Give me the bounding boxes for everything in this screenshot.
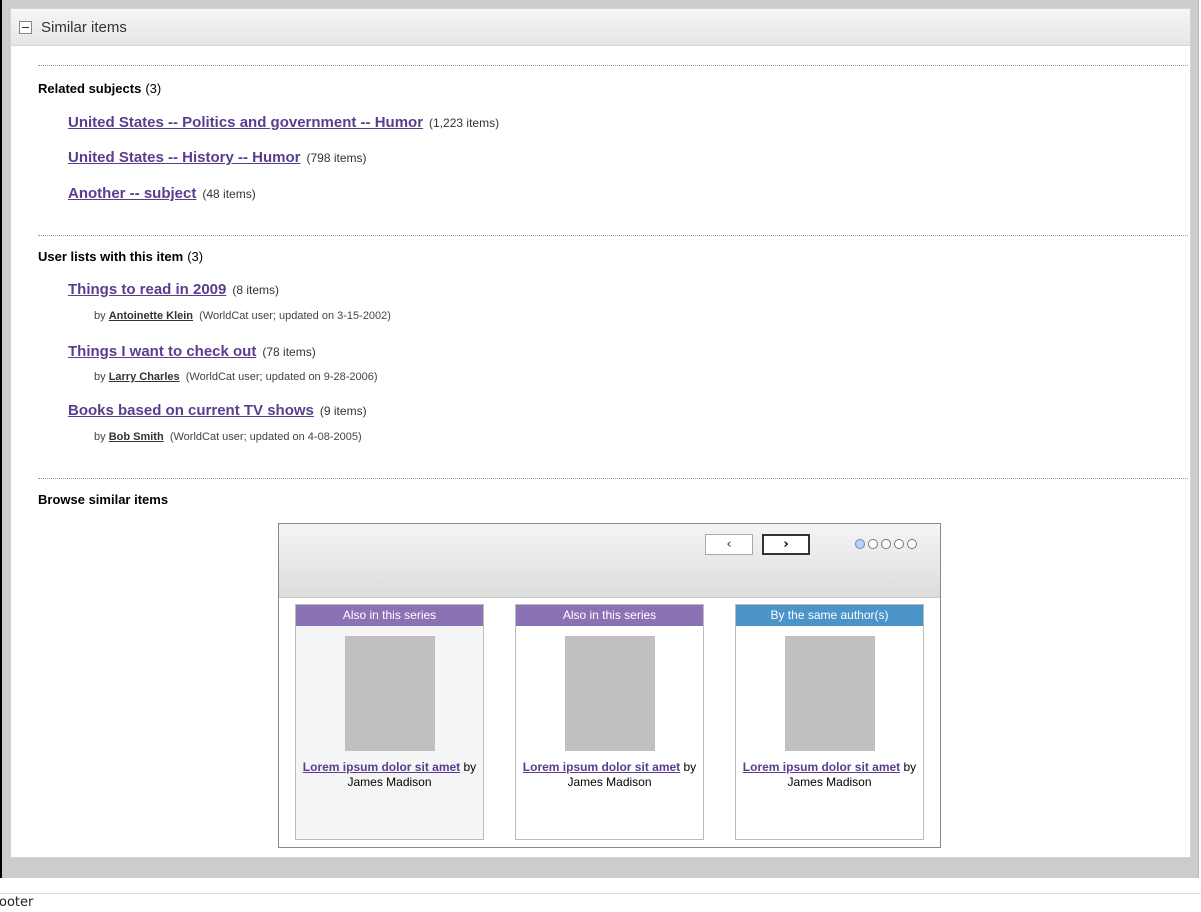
card-caption: Lorem ipsum dolor sit amet by James Madi… — [296, 760, 483, 790]
browse-heading: Browse similar items — [38, 492, 169, 507]
divider — [38, 478, 1188, 479]
user-lists-label: User lists with this item — [38, 249, 184, 264]
similar-items-panel: Similar items Related subjects (3) United… — [10, 8, 1191, 858]
cover-image[interactable] — [784, 636, 875, 751]
divider — [38, 235, 1188, 236]
user-link[interactable]: Larry Charles — [109, 371, 180, 383]
card-title-link[interactable]: Lorem ipsum dolor sit amet — [303, 760, 460, 774]
previous-button[interactable]: ‹ — [705, 534, 753, 555]
subject-item: United States -- Politics and government… — [68, 114, 499, 132]
carousel-pager — [855, 539, 917, 549]
carousel-header: ‹ › — [279, 524, 940, 598]
pager-dot[interactable] — [868, 539, 878, 549]
subject-link[interactable]: United States -- Politics and government… — [68, 114, 423, 131]
by-label: by — [94, 431, 106, 443]
page-frame: Similar items Related subjects (3) United… — [0, 0, 1199, 878]
subject-count: (798 items) — [306, 151, 367, 165]
card-caption: Lorem ipsum dolor sit amet by James Madi… — [516, 760, 703, 790]
user-list-count: (8 items) — [232, 283, 280, 297]
user-list-detail: (WorldCat user; updated on 9-28-2006) — [185, 371, 378, 383]
user-list-item: Books based on current TV shows (9 items) — [68, 402, 367, 420]
carousel-card: By the same author(s) Lorem ipsum dolor … — [735, 604, 924, 840]
user-link[interactable]: Bob Smith — [109, 431, 164, 443]
carousel-card: Also in this series Lorem ipsum dolor si… — [295, 604, 484, 840]
user-list-byline: by Bob Smith (WorldCat user; updated on … — [94, 431, 362, 443]
subject-item: Another -- subject (48 items) — [68, 185, 256, 203]
subject-link[interactable]: Another -- subject — [68, 185, 196, 202]
subject-link[interactable]: United States -- History -- Humor — [68, 149, 301, 166]
collapse-icon[interactable] — [19, 20, 32, 34]
subject-item: United States -- History -- Humor (798 it… — [68, 149, 367, 167]
by-label: by — [94, 371, 106, 383]
subject-count: (48 items) — [202, 187, 256, 201]
related-subjects-count: (3) — [145, 81, 162, 96]
divider — [38, 65, 1188, 66]
related-subjects-heading: Related subjects (3) — [38, 81, 161, 96]
user-list-byline: by Larry Charles (WorldCat user; updated… — [94, 371, 378, 383]
user-list-link[interactable]: Books based on current TV shows — [68, 402, 314, 419]
user-list-item: Things to read in 2009 (8 items) — [68, 281, 279, 299]
panel-header[interactable]: Similar items — [11, 9, 1190, 46]
by-label: by — [94, 310, 106, 322]
user-list-count: (9 items) — [319, 404, 367, 418]
card-tag: Also in this series — [516, 605, 703, 626]
footer: Footer — [0, 895, 34, 910]
user-lists-count: (3) — [187, 249, 204, 264]
pager-dot[interactable] — [881, 539, 891, 549]
user-link[interactable]: Antoinette Klein — [109, 310, 193, 322]
user-list-item: Things I want to check out (78 items) — [68, 343, 316, 361]
cover-image[interactable] — [564, 636, 655, 751]
card-tag: Also in this series — [296, 605, 483, 626]
panel-title: Similar items — [41, 18, 127, 36]
browse-carousel: ‹ › Also in this series Lorem ipsum dolo… — [278, 523, 941, 848]
chevron-left-icon: ‹ — [726, 537, 732, 552]
related-subjects-label: Related subjects — [38, 81, 142, 96]
pager-dot[interactable] — [894, 539, 904, 549]
next-button[interactable]: › — [762, 534, 810, 555]
user-list-byline: by Antoinette Klein (WorldCat user; upda… — [94, 310, 391, 322]
card-tag: By the same author(s) — [736, 605, 923, 626]
card-title-link[interactable]: Lorem ipsum dolor sit amet — [743, 760, 900, 774]
footer-divider — [0, 893, 1201, 894]
card-caption: Lorem ipsum dolor sit amet by James Madi… — [736, 760, 923, 790]
subject-count: (1,223 items) — [429, 116, 500, 130]
user-list-count: (78 items) — [262, 345, 316, 359]
pager-dot[interactable] — [855, 539, 865, 549]
carousel-card: Also in this series Lorem ipsum dolor si… — [515, 604, 704, 840]
card-title-link[interactable]: Lorem ipsum dolor sit amet — [523, 760, 680, 774]
user-list-detail: (WorldCat user; updated on 3-15-2002) — [199, 310, 391, 322]
user-lists-heading: User lists with this item (3) — [38, 249, 203, 264]
user-list-link[interactable]: Things I want to check out — [68, 343, 256, 360]
chevron-right-icon: › — [783, 537, 789, 552]
user-list-link[interactable]: Things to read in 2009 — [68, 281, 226, 298]
cover-image[interactable] — [344, 636, 435, 751]
pager-dot[interactable] — [907, 539, 917, 549]
user-list-detail: (WorldCat user; updated on 4-08-2005) — [169, 431, 362, 443]
